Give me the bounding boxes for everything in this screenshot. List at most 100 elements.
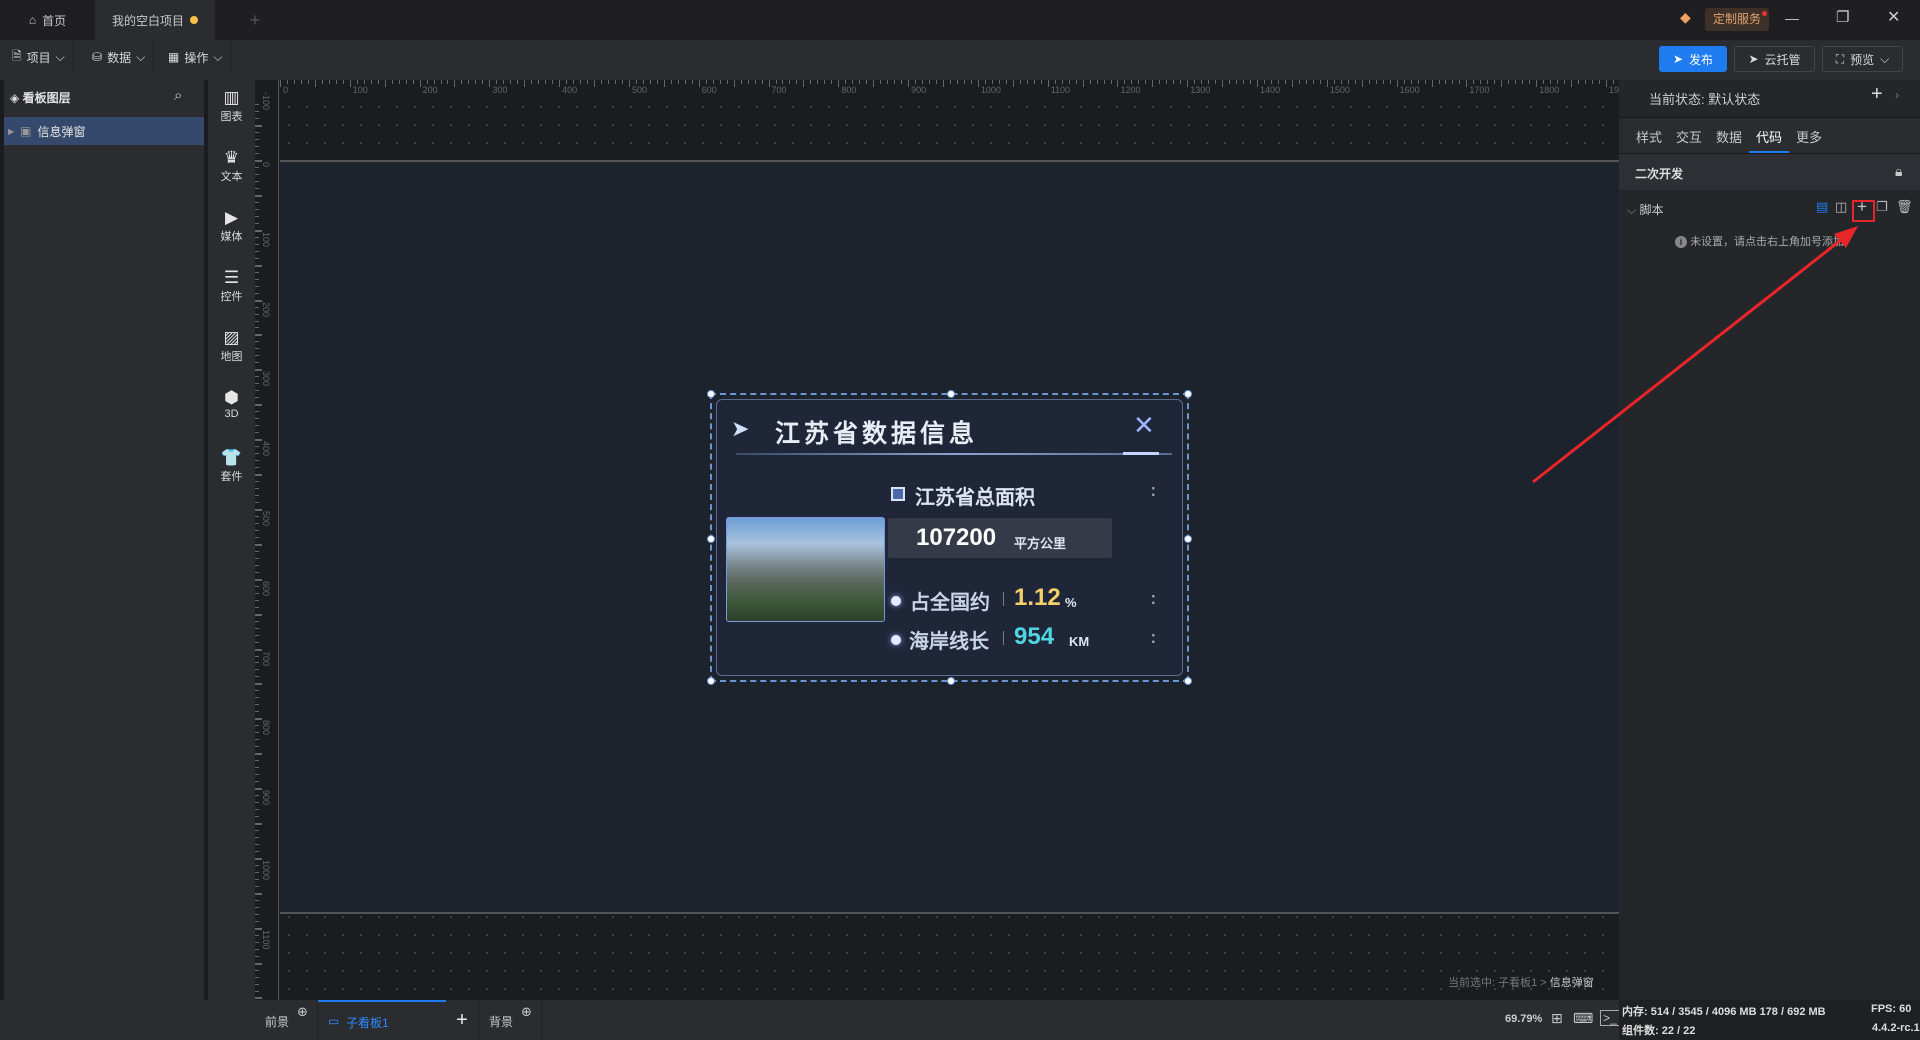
search-icon[interactable]: ⌕ [174, 87, 182, 104]
close-icon[interactable]: ✕ [1133, 410, 1155, 441]
restore-button[interactable]: ❐ [1836, 8, 1849, 26]
script-hint-text: 未设置，请点击右上角加号添加 [1690, 236, 1845, 248]
resize-handle[interactable] [947, 390, 955, 398]
ruler-tick [538, 80, 540, 84]
ruler-tick [1382, 80, 1384, 84]
tab-more[interactable]: 更多 [1796, 127, 1822, 146]
trash-icon[interactable]: 🗑︎ [1896, 199, 1913, 215]
drag-handle-icon[interactable]: ⁚ [1151, 485, 1156, 499]
drag-handle-icon[interactable]: ⁚ [1151, 593, 1156, 607]
data-menu[interactable]: ⛁ 数据 ⌵ [84, 40, 155, 74]
ruler-label: 900 [261, 790, 271, 806]
state-value[interactable]: 默认状态 [1708, 92, 1760, 107]
tool-kit[interactable]: 👕 套件 [208, 448, 255, 484]
ruler-label: 800 [261, 720, 271, 736]
zoom-level[interactable]: 69.79% [1505, 1013, 1542, 1025]
info-icon: i [1675, 236, 1687, 248]
ruler-tick [1312, 80, 1314, 84]
ruler-tick [1166, 80, 1168, 84]
cloud-host-button[interactable]: ➤ 云托管 [1734, 46, 1815, 72]
board-tab[interactable]: ▭ 子看板1 [318, 1000, 446, 1040]
ruler-tick [1487, 80, 1489, 84]
ruler-tick [255, 208, 259, 210]
minimize-button[interactable]: — [1785, 10, 1799, 26]
chevron-down-icon: ⌵ [136, 49, 146, 64]
layer-panel: ◈ 看板图层 ⌕ ▶ ▣ 信息弹窗 [4, 80, 204, 1000]
ruler-label: 200 [261, 301, 271, 317]
resize-handle[interactable] [707, 390, 715, 398]
resize-handle[interactable] [1184, 390, 1192, 398]
ruler-tick [1061, 80, 1063, 84]
resize-handle[interactable] [707, 677, 715, 685]
add-circle-icon[interactable]: ⊕ [521, 1004, 532, 1020]
tool-widget[interactable]: ☰ 控件 [208, 268, 255, 304]
tool-map[interactable]: ▨ 地图 [208, 328, 255, 364]
fit-screen-icon[interactable]: ⊞ [1551, 1010, 1563, 1027]
ruler-tick [314, 80, 316, 87]
add-circle-icon[interactable]: ⊕ [297, 1004, 308, 1020]
resize-handle[interactable] [1184, 535, 1192, 543]
tool-chart[interactable]: ▥ 图表 [208, 88, 255, 124]
area-label: 江苏省总面积 [915, 487, 1035, 509]
close-window-button[interactable]: ✕ [1887, 7, 1900, 27]
ruler-tick [454, 80, 456, 87]
tab-data[interactable]: 数据 [1716, 127, 1742, 146]
layer-item[interactable]: ▶ ▣ 信息弹窗 [4, 117, 204, 145]
ruler-tick [608, 80, 609, 84]
ruler-tick [255, 411, 259, 413]
tab-interaction[interactable]: 交互 [1676, 127, 1702, 146]
tab-code[interactable]: 代码 [1756, 127, 1782, 146]
publish-button[interactable]: ➤ 发布 [1659, 46, 1727, 72]
add-state-button[interactable]: + [1871, 83, 1883, 106]
ruler-tick [1305, 80, 1307, 84]
tab-project[interactable]: 我的空白项目 [95, 0, 215, 40]
custom-service-button[interactable]: 定制服务 [1705, 8, 1769, 31]
horizontal-ruler: 0 100 200 300 400 500 600 700 800 900 1000 1100 1200… [278, 80, 1619, 98]
console-icon[interactable]: >_ [1600, 1010, 1620, 1026]
operate-menu[interactable]: ▦ 操作 ⌵ [160, 40, 232, 74]
tool-label: 图表 [220, 111, 243, 123]
resize-handle[interactable] [1184, 677, 1192, 685]
ruler-tick [255, 341, 259, 343]
ruler-label: 0 [261, 162, 271, 168]
copy-icon[interactable]: ❐ [1876, 199, 1888, 215]
layout-icon[interactable]: ▤ [1816, 199, 1828, 215]
resize-handle[interactable] [707, 535, 715, 543]
project-menu[interactable]: 🗎 项目 ⌵ [4, 40, 74, 74]
ruler-tick [255, 746, 259, 748]
preview-button[interactable]: ⛶ 预览 ⌵ [1822, 46, 1903, 72]
ruler-tick [775, 80, 777, 84]
ruler-tick [880, 80, 882, 84]
script-hint: i 未设置，请点击右上角加号添加 [1675, 233, 1844, 249]
selection-item: 信息弹窗 [1549, 977, 1594, 989]
drag-handle-icon[interactable]: ⁚ [1151, 632, 1156, 646]
split-icon[interactable]: ◫ [1835, 199, 1847, 215]
keyboard-icon[interactable]: ⌨ [1573, 1010, 1593, 1027]
chevron-down-icon: ⌵ [1880, 51, 1890, 66]
foreground-tab[interactable]: 前景 ⊕ [255, 1000, 318, 1040]
ruler-tick [894, 80, 896, 84]
tab-home[interactable]: ⌂ 首页 [0, 0, 95, 40]
diamond-icon: ◆ [1680, 9, 1691, 25]
resize-handle[interactable] [947, 677, 955, 685]
ruler-tick [824, 80, 826, 84]
add-script-button[interactable]: + [1857, 197, 1867, 217]
new-tab-button[interactable]: + [240, 0, 270, 40]
background-tab[interactable]: 背景 ⊕ [479, 1000, 542, 1040]
tab-project-label: 我的空白项目 [111, 13, 184, 28]
ruler-tick [255, 467, 259, 469]
ruler-tick [908, 80, 910, 87]
tab-style[interactable]: 样式 [1636, 127, 1662, 146]
expand-arrow-icon[interactable]: ▶ [8, 127, 14, 136]
lock-icon[interactable]: 🔒︎ [1895, 163, 1902, 180]
notification-dot [1762, 11, 1767, 16]
tool-media[interactable]: ▶ 媒体 [208, 208, 255, 244]
tool-text[interactable]: ♛ 文本 [208, 148, 255, 184]
tool-3d[interactable]: ⬢ 3D [208, 388, 255, 420]
add-board-button[interactable]: + [446, 1000, 479, 1040]
chevron-right-icon[interactable]: › [1895, 88, 1899, 102]
ruler-tick [255, 250, 259, 252]
script-row[interactable]: ⌵ 脚本 [1627, 201, 1663, 218]
info-popup[interactable]: ➤ 江苏省数据信息 ✕ 江苏省总面积 107200 平方公里 ⁚ 占全国约 1.… [707, 390, 1192, 685]
ruler-tick [255, 285, 259, 287]
